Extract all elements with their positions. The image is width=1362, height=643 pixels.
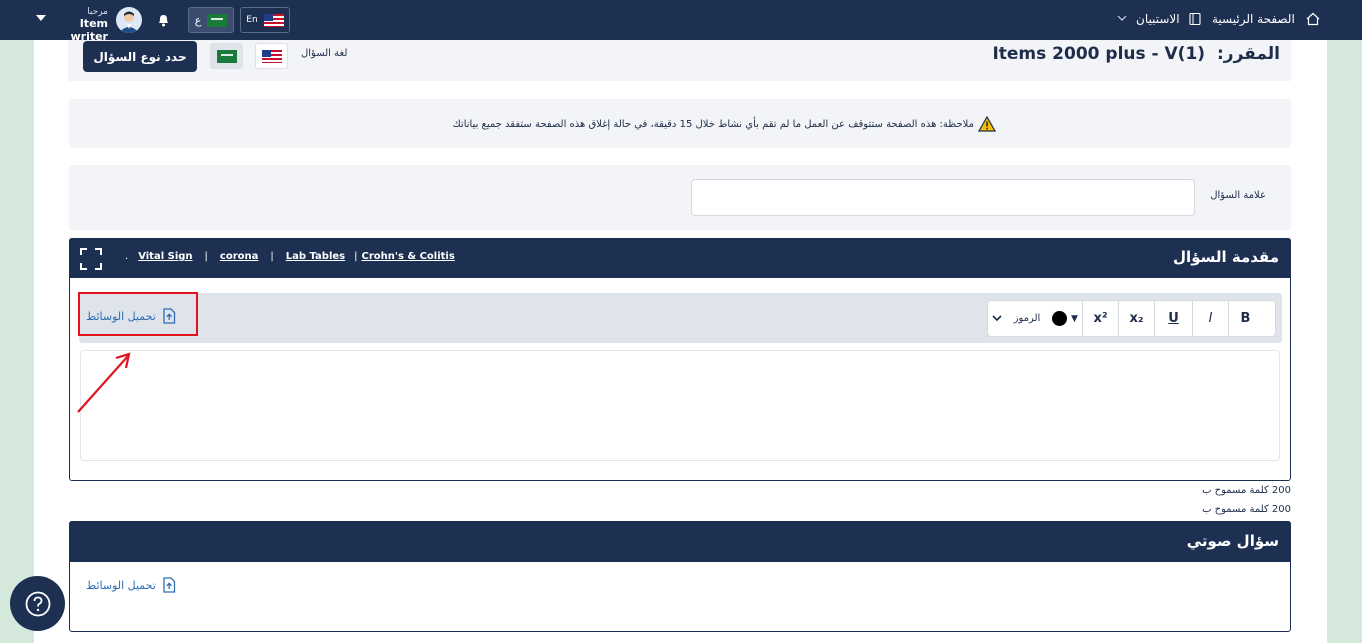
- help-button[interactable]: [10, 576, 65, 631]
- course-name: Items 2000 plus - V(1): [992, 44, 1206, 64]
- warning-icon: [978, 116, 996, 132]
- question-mark-icon: [25, 591, 50, 616]
- question-intro-title: مقدمة السؤال: [1173, 248, 1279, 266]
- lang-ar-button[interactable]: ع: [188, 7, 234, 33]
- caret-down-icon: ▼: [1071, 313, 1078, 324]
- chevron-down-icon[interactable]: [1117, 14, 1127, 22]
- tag-link-vital-sign[interactable]: Vital Sign: [138, 251, 192, 262]
- user-menu-caret-icon[interactable]: [36, 15, 46, 21]
- word-limit-note: 200 كلمة مسموح ب: [1202, 504, 1291, 515]
- audio-upload-media-button[interactable]: تحميل الوسائط: [86, 577, 176, 593]
- audio-question-title: سؤال صوتي: [1186, 532, 1279, 550]
- highlight-box: [78, 292, 198, 336]
- upload-file-icon: [163, 577, 175, 593]
- notice-text: ملاحظة: هذه الصفحة ستتوقف عن العمل ما لم…: [452, 118, 974, 130]
- underline-button[interactable]: U: [1154, 301, 1192, 336]
- nav-survey-link[interactable]: الاستبيان: [1136, 12, 1180, 26]
- tag-link-lab-tables[interactable]: Lab Tables: [286, 251, 345, 262]
- nav-home-link[interactable]: الصفحة الرئيسية: [1212, 12, 1295, 26]
- tag-links: . Vital Sign | corona | Lab Tables | Cro…: [125, 251, 455, 262]
- us-flag-icon: [263, 13, 284, 27]
- format-buttons: الرموز ▼ x² x₂ U I B: [987, 300, 1276, 337]
- tag-dot: .: [125, 251, 129, 262]
- intro-editor[interactable]: [80, 350, 1280, 461]
- survey-icon: [1188, 12, 1202, 26]
- bell-icon[interactable]: [157, 13, 170, 27]
- color-swatch-icon: [1052, 311, 1068, 326]
- annotation-arrow-icon: [77, 352, 131, 413]
- question-mark-label: علامة السؤال: [1210, 190, 1266, 201]
- notice: ملاحظة: هذه الصفحة ستتوقف عن العمل ما لم…: [452, 116, 996, 132]
- lang-en-button[interactable]: En: [240, 7, 290, 33]
- symbols-dropdown-chevron-icon[interactable]: [988, 301, 1006, 336]
- superscript-button[interactable]: x²: [1082, 301, 1118, 336]
- question-mark-input[interactable]: [691, 179, 1195, 216]
- saudi-flag-icon: [207, 13, 228, 27]
- word-limit-note: 200 كلمة مسموح ب: [1202, 485, 1291, 496]
- avatar[interactable]: [116, 7, 142, 33]
- audio-question-header: [69, 521, 1291, 562]
- course-title: المقرر: Items 2000 plus - V(1): [992, 44, 1280, 64]
- lang-ar-label: ع: [194, 13, 202, 27]
- italic-button[interactable]: I: [1192, 301, 1228, 336]
- question-lang-ar-button[interactable]: [210, 43, 243, 69]
- tag-separator: |: [270, 251, 274, 262]
- upload-media-label: تحميل الوسائط: [86, 578, 156, 592]
- home-icon[interactable]: [1306, 12, 1320, 26]
- tag-separator: |: [354, 251, 358, 262]
- saudi-flag-icon: [216, 49, 237, 63]
- text-color-picker[interactable]: ▼: [1048, 301, 1082, 336]
- question-language-label: لغة السؤال: [301, 48, 348, 59]
- bold-button[interactable]: B: [1228, 301, 1262, 336]
- tag-link-corona[interactable]: corona: [220, 251, 258, 262]
- course-label: المقرر:: [1216, 44, 1280, 64]
- tag-link-crohns-colitis[interactable]: Crohn's & Colitis: [362, 251, 455, 262]
- tag-separator: |: [204, 251, 208, 262]
- select-question-type-button[interactable]: حدد نوع السؤال: [83, 41, 197, 72]
- user-greeting: مرحبا Item writer: [54, 7, 108, 43]
- lang-en-label: En: [246, 15, 258, 25]
- greeting-text: مرحبا: [87, 7, 108, 17]
- top-nav-bar: الصفحة الرئيسية الاستبيان مرحبا Item wri…: [0, 0, 1362, 43]
- fullscreen-icon[interactable]: [80, 248, 102, 270]
- us-flag-icon: [261, 49, 282, 63]
- symbols-dropdown[interactable]: الرموز: [1006, 301, 1048, 336]
- subscript-button[interactable]: x₂: [1118, 301, 1154, 336]
- question-lang-en-button[interactable]: [255, 43, 288, 69]
